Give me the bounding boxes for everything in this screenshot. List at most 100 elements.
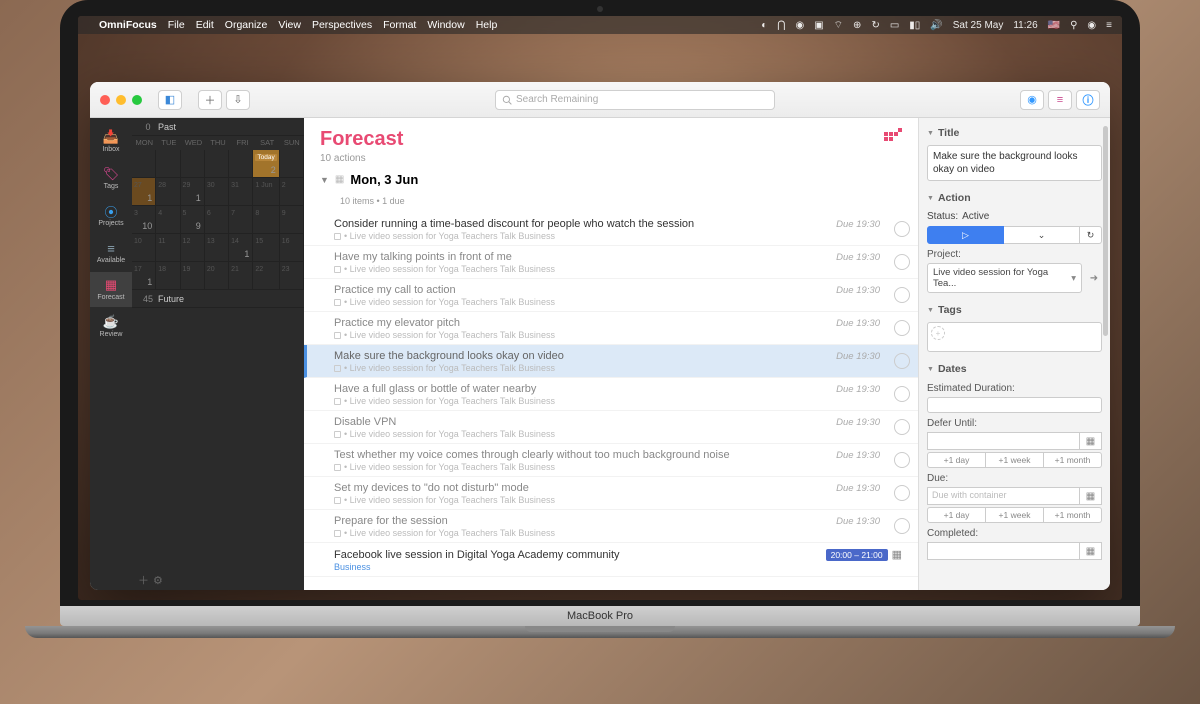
calendar-day[interactable]: 8 (253, 206, 279, 234)
due-plus-1month[interactable]: +1 month (1044, 507, 1102, 523)
minimize-button[interactable] (116, 95, 126, 105)
calendar-day[interactable]: 9 (280, 206, 304, 234)
defer-plus-1month[interactable]: +1 month (1044, 452, 1102, 468)
status-active[interactable]: ▷ (927, 226, 1004, 244)
status-repeat[interactable]: ↻ (1080, 226, 1102, 244)
task-row[interactable]: Test whether my voice comes through clea… (304, 444, 918, 477)
task-checkbox[interactable] (894, 254, 910, 270)
status-segmented[interactable]: ▷ ⌄ ↻ (927, 226, 1102, 244)
spotlight-icon[interactable]: ⚲ (1070, 20, 1077, 31)
calendar-day[interactable]: 10 (132, 234, 156, 262)
calendar-day[interactable]: 7 (229, 206, 253, 234)
title-field[interactable]: Make sure the background looks okay on v… (927, 145, 1102, 181)
scrollbar[interactable] (1103, 126, 1108, 336)
calendar-day[interactable]: 11 (156, 234, 180, 262)
date-section-header[interactable]: ▼ ▦ Mon, 3 Jun (304, 168, 918, 191)
perspectives-button[interactable]: ≡ (1048, 90, 1072, 110)
due-field[interactable]: Due with container (927, 487, 1080, 505)
calendar-day[interactable]: 310 (132, 206, 156, 234)
due-plus-1week[interactable]: +1 week (986, 507, 1044, 523)
calendar-day[interactable] (280, 150, 304, 178)
calendar-day[interactable]: 1 Jun (253, 178, 279, 206)
calendar-day[interactable]: 6 (205, 206, 229, 234)
perspective-review[interactable]: ☕Review (90, 309, 132, 344)
search-input[interactable]: Search Remaining (495, 90, 775, 110)
menu-format[interactable]: Format (383, 19, 416, 31)
menubar-time[interactable]: 11:26 (1013, 20, 1037, 31)
status-icon[interactable]: ⋂ (777, 20, 785, 31)
past-row[interactable]: 0 Past (132, 118, 304, 136)
calendar-day[interactable]: 23 (280, 262, 304, 290)
task-row[interactable]: Make sure the background looks okay on v… (304, 345, 918, 378)
task-checkbox[interactable] (894, 353, 910, 369)
calendar-day[interactable]: 291 (181, 178, 205, 206)
menu-window[interactable]: Window (427, 19, 464, 31)
menubar-date[interactable]: Sat 25 May (953, 20, 1004, 31)
inspector-title-header[interactable]: Title (927, 124, 1102, 142)
status-icon[interactable]: ↻ (871, 20, 879, 31)
status-onhold[interactable]: ⌄ (1004, 226, 1080, 244)
add-button[interactable]: ＋ (198, 90, 222, 110)
task-row[interactable]: Have my talking points in front of meDue… (304, 246, 918, 279)
calendar-day[interactable]: 12 (181, 234, 205, 262)
task-checkbox[interactable] (894, 485, 910, 501)
task-checkbox[interactable] (894, 518, 910, 534)
task-row[interactable]: Have a full glass or bottle of water nea… (304, 378, 918, 411)
status-icon[interactable]: ▣ (814, 20, 823, 31)
tags-field[interactable]: + (927, 322, 1102, 352)
add-tag-icon[interactable]: + (931, 326, 945, 340)
calendar-icon[interactable]: ▦ (1080, 542, 1102, 560)
battery-icon[interactable]: ▮▯ (909, 20, 920, 31)
menu-perspectives[interactable]: Perspectives (312, 19, 372, 31)
calendar-day[interactable]: 22 (253, 262, 279, 290)
calendar-day[interactable]: 30 (205, 178, 229, 206)
est-duration-field[interactable] (927, 397, 1102, 413)
perspective-tags[interactable]: 🏷Tags (90, 161, 132, 196)
siri-icon[interactable]: ◉ (1087, 20, 1096, 31)
menu-help[interactable]: Help (476, 19, 498, 31)
future-row[interactable]: 45 Future (132, 290, 304, 308)
perspective-projects[interactable]: ⦿Projects (90, 198, 132, 233)
notification-icon[interactable]: ≡ (1106, 20, 1112, 31)
defer-plus-1day[interactable]: +1 day (927, 452, 986, 468)
calendar-day[interactable]: 4 (156, 206, 180, 234)
calendar-day[interactable] (181, 150, 205, 178)
inspector-tags-header[interactable]: Tags (927, 301, 1102, 319)
task-checkbox[interactable] (894, 320, 910, 336)
add-perspective-icon[interactable]: ＋ (138, 572, 149, 588)
task-row[interactable]: Practice my elevator pitchDue 19:30• Liv… (304, 312, 918, 345)
calendar-day[interactable]: 20 (205, 262, 229, 290)
status-icon[interactable]: ◐ (761, 20, 767, 31)
volume-icon[interactable]: 🔊 (930, 20, 942, 31)
menu-view[interactable]: View (278, 19, 301, 31)
goto-project-icon[interactable]: ➜ (1086, 270, 1102, 286)
task-checkbox[interactable] (894, 287, 910, 303)
defer-plus-1week[interactable]: +1 week (986, 452, 1044, 468)
perspective-forecast[interactable]: ▦Forecast (90, 272, 132, 307)
wifi-icon[interactable]: ⌔ (834, 19, 843, 32)
task-row[interactable]: Consider running a time-based discount f… (304, 213, 918, 246)
calendar-day[interactable]: 59 (181, 206, 205, 234)
flag-icon[interactable]: 🇺🇸 (1048, 20, 1060, 31)
task-checkbox[interactable] (894, 386, 910, 402)
calendar-day[interactable]: Today2 (253, 150, 279, 178)
menu-edit[interactable]: Edit (196, 19, 214, 31)
task-checkbox[interactable] (894, 419, 910, 435)
gear-icon[interactable]: ⚙ (153, 574, 163, 587)
status-icon[interactable]: ⊕ (853, 20, 861, 31)
view-options-button[interactable]: ◉ (1020, 90, 1044, 110)
calendar-day[interactable]: 31 (229, 178, 253, 206)
display-icon[interactable]: ▭ (890, 20, 899, 31)
calendar-day[interactable] (205, 150, 229, 178)
calendar-event-row[interactable]: Facebook live session in Digital Yoga Ac… (304, 543, 918, 577)
menu-file[interactable]: File (168, 19, 185, 31)
completed-field[interactable] (927, 542, 1080, 560)
calendar-day[interactable]: 19 (181, 262, 205, 290)
close-button[interactable] (100, 95, 110, 105)
menu-organize[interactable]: Organize (225, 19, 268, 31)
calendar-day[interactable]: 15 (253, 234, 279, 262)
calendar-day[interactable]: 271 (132, 178, 156, 206)
calendar-day[interactable] (132, 150, 156, 178)
disclosure-icon[interactable]: ▼ (320, 175, 329, 185)
zoom-button[interactable] (132, 95, 142, 105)
